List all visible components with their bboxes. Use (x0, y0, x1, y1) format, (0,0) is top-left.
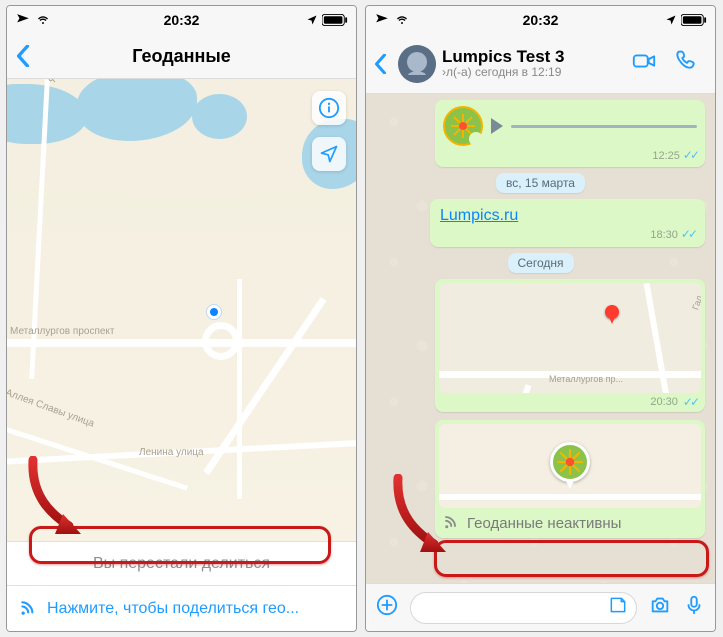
share-location-label: Нажмите, чтобы поделиться гео... (47, 600, 299, 618)
nav-bar: Геоданные (7, 34, 356, 79)
road-label: Ямская ул. (47, 79, 71, 84)
map-view[interactable]: Ямская ул. Металлургов проспект Аллея Сл… (7, 79, 356, 541)
read-ticks-icon: ✓✓ (683, 148, 697, 162)
status-bar: 20:32 (7, 6, 356, 34)
live-location-bubble[interactable]: Геоданные неактивны (435, 420, 705, 538)
status-time: 20:32 (164, 12, 200, 28)
message-time: 20:30 (650, 396, 678, 408)
current-location-dot (207, 305, 221, 319)
sticker-button[interactable] (608, 595, 628, 620)
battery-icon (322, 14, 348, 26)
phone-frame-right: 20:32 Lumpics Test 3 ›л(-а) сегодня в 12… (365, 5, 716, 632)
share-location-button[interactable]: Нажмите, чтобы поделиться гео... (7, 585, 356, 631)
voice-avatar-icon (443, 106, 483, 146)
chat-input-bar (366, 583, 715, 631)
battery-icon (681, 14, 707, 26)
read-ticks-icon: ✓✓ (681, 227, 695, 241)
attach-button[interactable] (376, 594, 398, 621)
airplane-mode-icon (15, 13, 31, 27)
live-location-thumbnail-map (439, 424, 701, 508)
chat-messages-area[interactable]: 12:25✓✓ вс, 15 марта Lumpics.ru 18:30✓✓ … (366, 94, 715, 583)
road-label: Ленина улица (139, 447, 204, 458)
chat-title: Lumpics Test 3 (442, 48, 625, 67)
message-time: 18:30 (650, 229, 678, 241)
location-message-bubble[interactable]: Металлургов пр... Гал... 20:30 ✓✓ (435, 279, 705, 412)
audio-waveform[interactable] (511, 125, 697, 128)
chat-nav-bar: Lumpics Test 3 ›л(-а) сегодня в 12:19 (366, 34, 715, 94)
page-title: Геоданные (132, 46, 231, 67)
read-ticks-icon: ✓✓ (683, 395, 697, 409)
chat-subtitle: ›л(-а) сегодня в 12:19 (442, 66, 625, 79)
message-time: 12:25 (652, 150, 680, 162)
airplane-mode-icon (374, 13, 390, 27)
microphone-button[interactable] (683, 594, 705, 621)
message-input[interactable] (410, 592, 637, 624)
chat-header-title-block[interactable]: Lumpics Test 3 ›л(-а) сегодня в 12:19 (442, 48, 625, 80)
status-bar: 20:32 (366, 6, 715, 34)
camera-button[interactable] (649, 594, 671, 621)
live-location-avatar-icon (550, 442, 590, 482)
live-location-icon (443, 514, 461, 532)
back-button[interactable] (374, 54, 392, 74)
road-label: Металлургов пр... (549, 374, 623, 384)
voice-call-button[interactable] (673, 48, 699, 79)
location-services-icon (306, 14, 318, 26)
sharing-status-row: Вы перестали делиться (7, 541, 356, 585)
phone-frame-left: 20:32 Геоданные Ямская ул. (6, 5, 357, 632)
location-services-icon (665, 14, 677, 26)
link-message-bubble[interactable]: Lumpics.ru 18:30✓✓ (430, 199, 705, 247)
link-text[interactable]: Lumpics.ru (440, 207, 518, 224)
road-label: Аллея Славы улица (7, 387, 96, 429)
location-thumbnail-map: Металлургов пр... Гал... (439, 283, 701, 393)
video-call-button[interactable] (631, 48, 657, 79)
date-separator: вс, 15 марта (496, 173, 585, 193)
live-location-status-text: Геоданные неактивны (467, 515, 621, 532)
wifi-icon (394, 14, 410, 26)
contact-avatar[interactable] (398, 45, 436, 83)
road-label: Металлургов проспект (10, 326, 114, 337)
back-button[interactable] (13, 41, 33, 71)
map-info-button[interactable] (312, 91, 346, 125)
play-icon[interactable] (491, 118, 503, 134)
voice-message-bubble[interactable]: 12:25✓✓ (435, 100, 705, 167)
wifi-icon (35, 14, 51, 26)
date-separator: Сегодня (508, 253, 574, 273)
status-time: 20:32 (523, 12, 559, 28)
sharing-status-text: Вы перестали делиться (93, 555, 270, 573)
map-locate-button[interactable] (312, 137, 346, 171)
location-pin-icon (605, 305, 619, 319)
